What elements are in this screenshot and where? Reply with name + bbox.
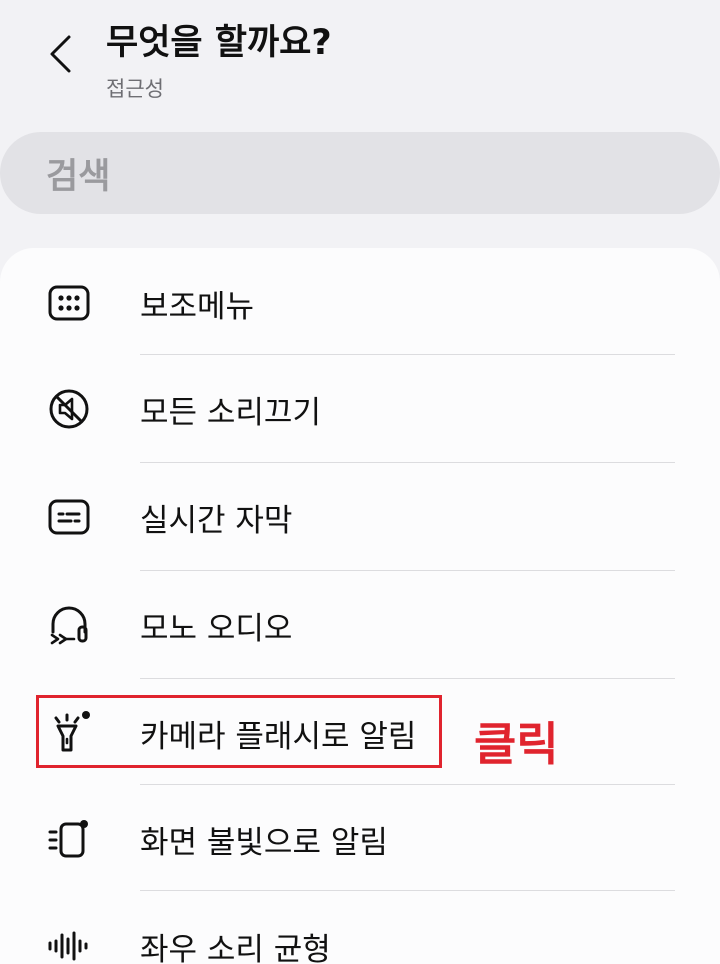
list-item-live-caption[interactable]: 실시간 자막 bbox=[0, 464, 720, 570]
divider bbox=[140, 570, 675, 571]
divider bbox=[140, 890, 675, 891]
search-placeholder: 검색 bbox=[46, 156, 111, 197]
list-item-screen-flash-notification[interactable]: 화면 불빛으로 알림 bbox=[0, 786, 720, 892]
page-subtitle: 접근성 bbox=[106, 77, 164, 101]
list-item-mute-all[interactable]: 모든 소리끄기 bbox=[0, 356, 720, 462]
divider bbox=[140, 354, 675, 355]
list-item-mono-audio[interactable]: 모노 오디오 bbox=[0, 572, 720, 678]
sound-balance-icon bbox=[44, 921, 94, 964]
highlight-box bbox=[36, 695, 442, 768]
list-item-label: 좌우 소리 균형 bbox=[140, 931, 331, 964]
list-item-label: 실시간 자막 bbox=[140, 502, 293, 539]
caption-icon bbox=[44, 492, 94, 542]
divider bbox=[140, 678, 675, 679]
list-item-assistant-menu[interactable]: 보조메뉴 bbox=[0, 250, 720, 356]
accessibility-search-screen: 무엇을 할까요? 접근성 검색 보조메뉴 모든 소리끄기 실시간 자막 모노 오… bbox=[0, 0, 720, 964]
mute-icon bbox=[44, 384, 94, 434]
page-title: 무엇을 할까요? bbox=[106, 23, 332, 63]
list-item-label: 모노 오디오 bbox=[140, 610, 293, 647]
list-item-label: 화면 불빛으로 알림 bbox=[140, 824, 388, 861]
list-item-label: 보조메뉴 bbox=[140, 288, 255, 325]
click-annotation: 클릭 bbox=[474, 717, 559, 771]
screen-flash-icon bbox=[44, 814, 94, 864]
divider bbox=[140, 462, 675, 463]
chevron-left-icon bbox=[50, 35, 71, 73]
search-input[interactable]: 검색 bbox=[0, 132, 720, 214]
back-button[interactable] bbox=[36, 28, 84, 80]
headset-icon bbox=[44, 600, 94, 650]
list-item-sound-balance[interactable]: 좌우 소리 균형 bbox=[0, 893, 720, 964]
divider bbox=[140, 784, 675, 785]
list-item-label: 모든 소리끄기 bbox=[140, 394, 321, 431]
header: 무엇을 할까요? 접근성 bbox=[0, 0, 720, 120]
assistant-menu-icon bbox=[44, 278, 94, 328]
